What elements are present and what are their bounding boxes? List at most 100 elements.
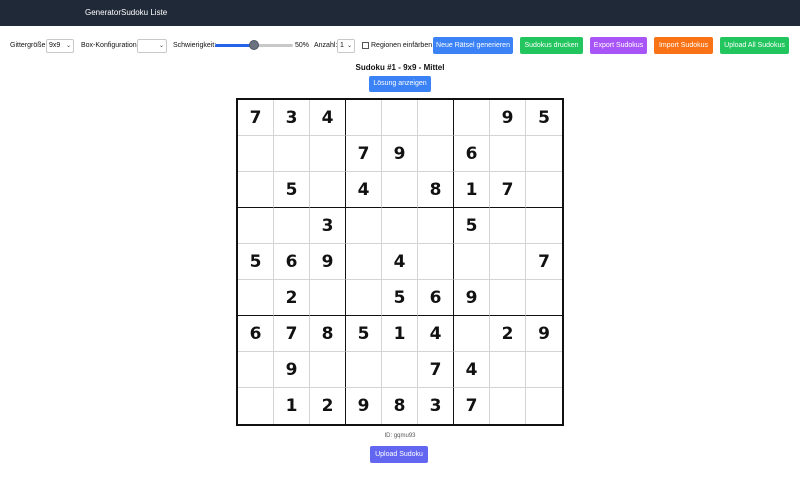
sudoku-cell[interactable] [382, 352, 418, 388]
sudoku-cell[interactable] [526, 388, 562, 424]
sudoku-cell[interactable] [454, 244, 490, 280]
sudoku-cell[interactable]: 6 [238, 316, 274, 352]
sudoku-cell[interactable]: 3 [418, 388, 454, 424]
sudoku-cell[interactable] [238, 208, 274, 244]
export-button[interactable]: Export Sudokus [590, 37, 647, 54]
sudoku-cell[interactable]: 2 [490, 316, 526, 352]
sudoku-cell[interactable] [346, 208, 382, 244]
sudoku-cell[interactable] [490, 244, 526, 280]
sudoku-cell[interactable] [526, 352, 562, 388]
sudoku-cell[interactable]: 8 [310, 316, 346, 352]
sudoku-cell[interactable] [274, 208, 310, 244]
sudoku-cell[interactable] [238, 388, 274, 424]
sudoku-cell[interactable]: 4 [310, 100, 346, 136]
count-label: Anzahl: [314, 42, 338, 49]
sudoku-cell[interactable] [490, 136, 526, 172]
sudoku-cell[interactable] [238, 280, 274, 316]
upload-sudoku-button[interactable]: Upload Sudoku [370, 446, 428, 463]
sudoku-cell[interactable] [346, 280, 382, 316]
sudoku-cell[interactable]: 9 [454, 280, 490, 316]
puzzle-id: ID: gqmu93 [384, 433, 416, 439]
nav-sudoku-list[interactable]: Sudoku Liste [121, 8, 167, 17]
grid-size-label: Gittergröße: [10, 42, 48, 49]
sudoku-cell[interactable] [418, 244, 454, 280]
grid-size-select[interactable]: 9x9 ⌄ [46, 39, 74, 53]
sudoku-cell[interactable] [346, 352, 382, 388]
sudoku-cell[interactable] [526, 208, 562, 244]
color-regions-checkbox[interactable] [362, 42, 369, 49]
sudoku-cell[interactable]: 5 [238, 244, 274, 280]
sudoku-cell[interactable] [526, 172, 562, 208]
sudoku-cell[interactable] [382, 100, 418, 136]
box-config-select[interactable]: ⌄ [137, 39, 167, 53]
sudoku-cell[interactable]: 8 [382, 388, 418, 424]
sudoku-cell[interactable]: 1 [454, 172, 490, 208]
sudoku-cell[interactable] [310, 172, 346, 208]
sudoku-cell[interactable]: 7 [526, 244, 562, 280]
sudoku-cell[interactable] [382, 208, 418, 244]
count-select[interactable]: 1 ⌄ [337, 39, 355, 53]
sudoku-cell[interactable] [490, 208, 526, 244]
import-button[interactable]: Import Sudokus [654, 37, 713, 54]
sudoku-cell[interactable]: 9 [490, 100, 526, 136]
show-solution-button[interactable]: Lösung anzeigen [369, 76, 431, 92]
sudoku-cell[interactable]: 5 [382, 280, 418, 316]
sudoku-cell[interactable]: 3 [274, 100, 310, 136]
sudoku-cell[interactable]: 6 [274, 244, 310, 280]
sudoku-cell[interactable]: 6 [418, 280, 454, 316]
sudoku-cell[interactable]: 1 [382, 316, 418, 352]
nav-generator[interactable]: Generator [85, 8, 121, 17]
sudoku-cell[interactable] [346, 100, 382, 136]
sudoku-cell[interactable]: 4 [418, 316, 454, 352]
sudoku-cell[interactable]: 3 [310, 208, 346, 244]
difficulty-slider[interactable] [215, 39, 293, 51]
sudoku-cell[interactable]: 9 [382, 136, 418, 172]
sudoku-cell[interactable] [526, 280, 562, 316]
generate-button[interactable]: Neue Rätsel generieren [433, 37, 513, 54]
sudoku-cell[interactable]: 7 [490, 172, 526, 208]
slider-thumb[interactable] [249, 40, 259, 50]
sudoku-cell[interactable]: 1 [274, 388, 310, 424]
sudoku-cell[interactable] [454, 100, 490, 136]
sudoku-cell[interactable] [490, 280, 526, 316]
sudoku-cell[interactable] [346, 244, 382, 280]
sudoku-cell[interactable]: 9 [346, 388, 382, 424]
sudoku-cell[interactable]: 7 [274, 316, 310, 352]
sudoku-cell[interactable] [490, 388, 526, 424]
sudoku-cell[interactable]: 4 [454, 352, 490, 388]
sudoku-cell[interactable]: 5 [346, 316, 382, 352]
sudoku-cell[interactable] [526, 136, 562, 172]
sudoku-cell[interactable] [454, 316, 490, 352]
sudoku-cell[interactable]: 7 [346, 136, 382, 172]
sudoku-cell[interactable]: 5 [274, 172, 310, 208]
sudoku-cell[interactable] [418, 208, 454, 244]
sudoku-cell[interactable] [490, 352, 526, 388]
sudoku-cell[interactable]: 2 [274, 280, 310, 316]
sudoku-cell[interactable]: 5 [454, 208, 490, 244]
upload-all-button[interactable]: Upload All Sudokus [720, 37, 789, 54]
sudoku-cell[interactable]: 2 [310, 388, 346, 424]
sudoku-cell[interactable] [418, 136, 454, 172]
sudoku-cell[interactable]: 9 [526, 316, 562, 352]
difficulty-value: 50% [295, 42, 310, 49]
sudoku-cell[interactable] [310, 136, 346, 172]
sudoku-cell[interactable] [310, 280, 346, 316]
sudoku-cell[interactable]: 7 [238, 100, 274, 136]
sudoku-cell[interactable]: 7 [418, 352, 454, 388]
sudoku-cell[interactable] [238, 352, 274, 388]
sudoku-cell[interactable]: 8 [418, 172, 454, 208]
sudoku-cell[interactable] [238, 172, 274, 208]
sudoku-cell[interactable] [274, 136, 310, 172]
sudoku-cell[interactable]: 4 [346, 172, 382, 208]
sudoku-cell[interactable]: 5 [526, 100, 562, 136]
sudoku-cell[interactable] [418, 100, 454, 136]
sudoku-cell[interactable] [238, 136, 274, 172]
sudoku-cell[interactable]: 9 [310, 244, 346, 280]
sudoku-cell[interactable] [382, 172, 418, 208]
sudoku-cell[interactable]: 6 [454, 136, 490, 172]
sudoku-cell[interactable]: 4 [382, 244, 418, 280]
sudoku-cell[interactable]: 9 [274, 352, 310, 388]
sudoku-cell[interactable]: 7 [454, 388, 490, 424]
print-button[interactable]: Sudokus drucken [520, 37, 583, 54]
sudoku-cell[interactable] [310, 352, 346, 388]
